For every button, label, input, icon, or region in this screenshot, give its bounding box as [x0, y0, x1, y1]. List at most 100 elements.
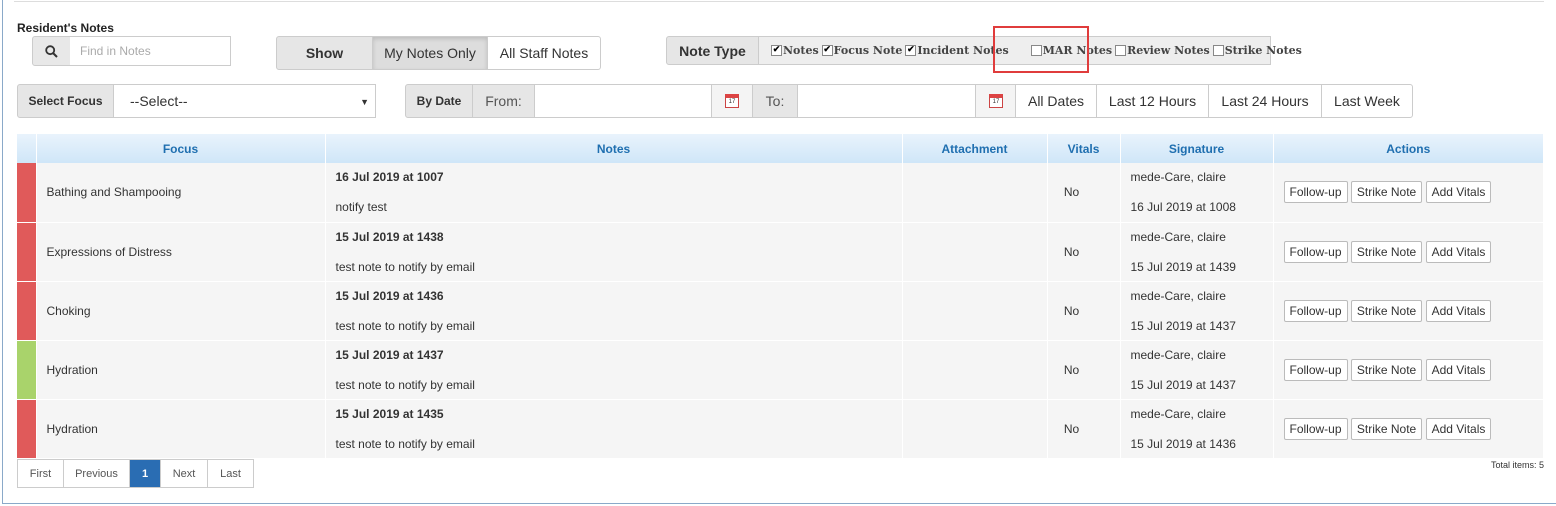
signature-date: 15 Jul 2019 at 1436	[1130, 436, 1236, 451]
my-notes-only-button[interactable]: My Notes Only	[372, 36, 488, 70]
table-row: Bathing and Shampooing 16 Jul 2019 at 100…	[17, 163, 1544, 223]
add-vitals-button[interactable]: Add Vitals	[1425, 299, 1492, 322]
focus-color-bar	[17, 163, 37, 223]
strike-notes-checkbox[interactable]: Strike Notes	[1212, 44, 1302, 57]
table-row: Expressions of Distress 15 Jul 2019 at 14…	[17, 222, 1544, 282]
show-label: Show	[276, 36, 373, 70]
signature-cell: mede-Care, claire 16 Jul 2019 at 1008	[1120, 163, 1274, 223]
focus-note-checkbox-label: Focus Note	[833, 44, 903, 57]
focus-cell: Bathing and Shampooing	[36, 163, 326, 223]
chevron-down-icon: ▼	[360, 97, 369, 107]
from-date-input[interactable]	[534, 84, 712, 118]
signature-date: 15 Jul 2019 at 1437	[1130, 377, 1236, 392]
review-notes-checkbox-label: Review Notes	[1127, 44, 1210, 57]
notes-table: Focus Notes Attachment Vitals Signature …	[17, 134, 1544, 459]
note-date: 15 Jul 2019 at 1437	[335, 347, 444, 362]
actions-cell: Follow-up Strike Note Add Vitals	[1273, 281, 1544, 341]
note-text: test note to notify by email	[335, 318, 475, 333]
to-label: To:	[752, 84, 798, 118]
note-date: 16 Jul 2019 at 1007	[335, 170, 444, 185]
add-vitals-button[interactable]: Add Vitals	[1425, 358, 1492, 381]
review-notes-checkbox[interactable]: Review Notes	[1115, 44, 1210, 57]
last-page-button[interactable]: Last	[208, 460, 253, 487]
signature-cell: mede-Care, claire 15 Jul 2019 at 1437	[1120, 340, 1274, 400]
strike-note-button[interactable]: Strike Note	[1350, 299, 1423, 322]
focus-cell: Expressions of Distress	[36, 222, 326, 282]
section-title: Resident's Notes	[17, 21, 114, 35]
actions-cell: Follow-up Strike Note Add Vitals	[1273, 399, 1544, 459]
note-date: 15 Jul 2019 at 1438	[335, 229, 444, 244]
page-1-button[interactable]: 1	[130, 460, 161, 487]
focus-select[interactable]: --Select-- ▼	[113, 84, 376, 118]
highlight-box	[993, 26, 1089, 73]
notes-header[interactable]: Notes	[325, 134, 903, 163]
pagination: First Previous 1 Next Last	[17, 459, 254, 488]
attachment-header[interactable]: Attachment	[902, 134, 1048, 163]
focus-header[interactable]: Focus	[36, 134, 326, 163]
attachment-cell	[902, 281, 1048, 341]
follow-up-button[interactable]: Follow-up	[1283, 417, 1348, 440]
signature-date: 16 Jul 2019 at 1008	[1130, 200, 1236, 215]
actions-cell: Follow-up Strike Note Add Vitals	[1273, 340, 1544, 400]
previous-page-button[interactable]: Previous	[64, 460, 130, 487]
actions-header: Actions	[1273, 134, 1544, 163]
note-text: test note to notify by email	[335, 259, 475, 274]
signature-name: mede-Care, claire	[1130, 406, 1226, 421]
top-divider	[14, 1, 1544, 2]
calendar-icon: 17	[725, 94, 739, 108]
focus-color-bar	[17, 340, 37, 400]
notes-cell: 15 Jul 2019 at 1438 test note to notify b…	[325, 222, 903, 282]
table-row: Choking 15 Jul 2019 at 1436 test note to n…	[17, 281, 1544, 341]
strike-note-button[interactable]: Strike Note	[1350, 417, 1423, 440]
add-vitals-button[interactable]: Add Vitals	[1425, 240, 1492, 263]
checkbox-checked-icon: ✔	[771, 45, 782, 56]
notes-cell: 15 Jul 2019 at 1437 test note to notify b…	[325, 340, 903, 400]
signature-header[interactable]: Signature	[1120, 134, 1274, 163]
follow-up-button[interactable]: Follow-up	[1283, 299, 1348, 322]
notes-checkbox[interactable]: ✔ Notes	[771, 44, 819, 57]
all-dates-button[interactable]: All Dates	[1015, 84, 1097, 118]
search-icon	[45, 44, 58, 58]
follow-up-button[interactable]: Follow-up	[1283, 358, 1348, 381]
strike-note-button[interactable]: Strike Note	[1350, 358, 1423, 381]
last-week-button[interactable]: Last Week	[1321, 84, 1413, 118]
signature-name: mede-Care, claire	[1130, 229, 1226, 244]
signature-name: mede-Care, claire	[1130, 347, 1226, 362]
signature-name: mede-Care, claire	[1130, 288, 1226, 303]
all-staff-notes-button[interactable]: All Staff Notes	[487, 36, 601, 70]
to-date-input[interactable]	[797, 84, 976, 118]
vitals-cell: No	[1047, 281, 1121, 341]
search-button[interactable]	[32, 36, 71, 66]
next-page-button[interactable]: Next	[161, 460, 208, 487]
notes-cell: 16 Jul 2019 at 1007 notify test	[325, 163, 903, 223]
total-items: Total items: 5	[1490, 460, 1544, 470]
add-vitals-button[interactable]: Add Vitals	[1425, 417, 1492, 440]
last-12-hours-button[interactable]: Last 12 Hours	[1096, 84, 1209, 118]
attachment-cell	[902, 399, 1048, 459]
calendar-icon: 17	[989, 94, 1003, 108]
from-calendar-button[interactable]: 17	[711, 84, 753, 118]
select-focus-label: Select Focus	[17, 84, 114, 118]
search-input[interactable]: Find in Notes	[70, 36, 231, 66]
checkbox-unchecked-icon	[1115, 45, 1127, 56]
add-vitals-button[interactable]: Add Vitals	[1425, 181, 1492, 204]
strike-note-button[interactable]: Strike Note	[1350, 181, 1423, 204]
strike-note-button[interactable]: Strike Note	[1350, 240, 1423, 263]
vitals-header[interactable]: Vitals	[1047, 134, 1121, 163]
signature-cell: mede-Care, claire 15 Jul 2019 at 1437	[1120, 281, 1274, 341]
focus-cell: Hydration	[36, 340, 326, 400]
follow-up-button[interactable]: Follow-up	[1283, 240, 1348, 263]
vitals-cell: No	[1047, 163, 1121, 223]
attachment-cell	[902, 222, 1048, 282]
to-calendar-button[interactable]: 17	[975, 84, 1016, 118]
table-row: Hydration 15 Jul 2019 at 1435 test note to…	[17, 399, 1544, 459]
note-date: 15 Jul 2019 at 1435	[335, 406, 444, 421]
last-24-hours-button[interactable]: Last 24 Hours	[1208, 84, 1322, 118]
signature-cell: mede-Care, claire 15 Jul 2019 at 1436	[1120, 399, 1274, 459]
search-placeholder: Find in Notes	[80, 44, 151, 58]
strike-notes-checkbox-label: Strike Notes	[1224, 44, 1302, 57]
focus-note-checkbox[interactable]: ✔ Focus Note	[821, 44, 903, 57]
follow-up-button[interactable]: Follow-up	[1283, 181, 1348, 204]
first-page-button[interactable]: First	[18, 460, 64, 487]
note-date: 15 Jul 2019 at 1436	[335, 288, 444, 303]
